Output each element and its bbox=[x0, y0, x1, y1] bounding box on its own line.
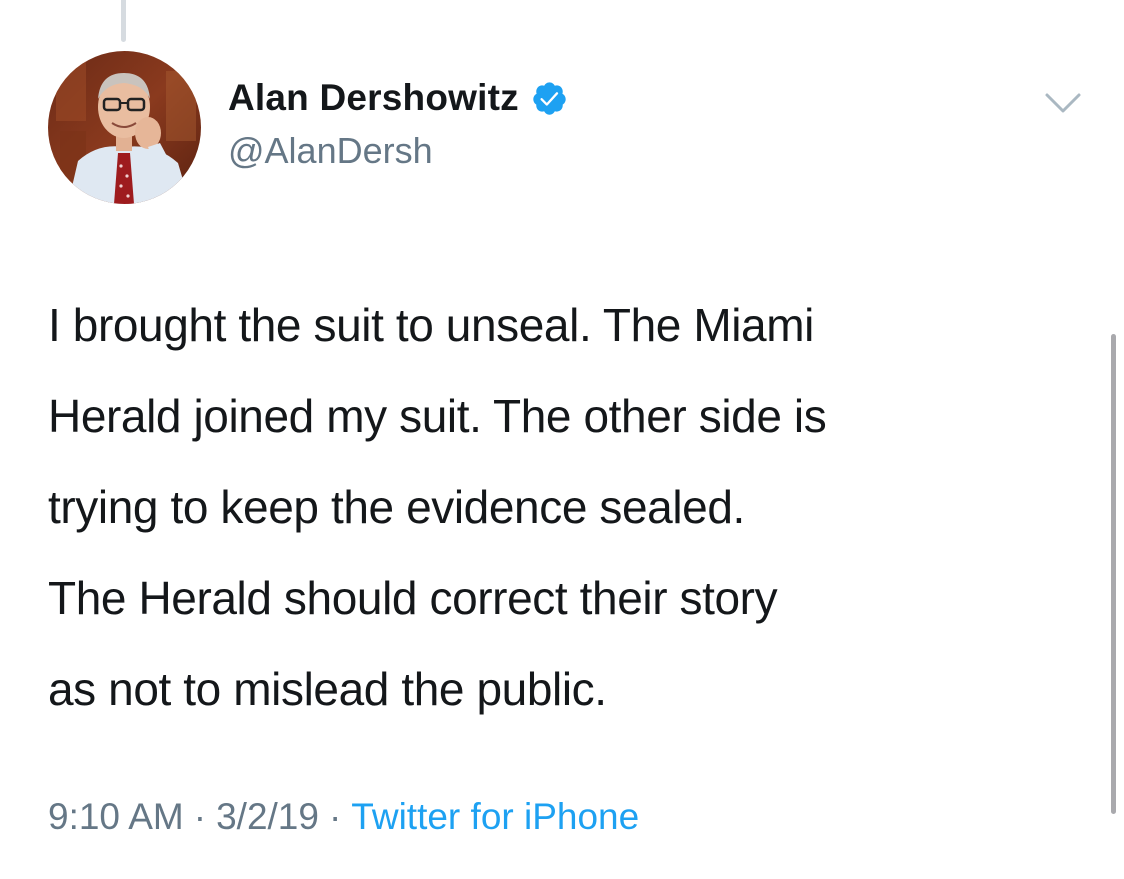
tweet-source-link[interactable]: Twitter for iPhone bbox=[351, 796, 639, 837]
tweet-text: I brought the suit to unseal. The Miami … bbox=[48, 280, 1098, 735]
tweet-metadata: 9:10 AM · 3/2/19 · Twitter for iPhone bbox=[48, 796, 639, 838]
meta-separator: · bbox=[193, 796, 207, 837]
tweet-text-line: trying to keep the evidence sealed. bbox=[48, 481, 745, 533]
tweet-text-line: as not to mislead the public. bbox=[48, 663, 607, 715]
tweet-date[interactable]: 3/2/19 bbox=[216, 796, 319, 837]
verified-badge-icon bbox=[531, 80, 568, 117]
avatar[interactable] bbox=[48, 51, 201, 204]
profile-photo-icon bbox=[48, 51, 201, 204]
author-name-row[interactable]: Alan Dershowitz bbox=[228, 74, 568, 122]
tweet-time[interactable]: 9:10 AM bbox=[48, 796, 184, 837]
author-handle[interactable]: @AlanDersh bbox=[228, 130, 433, 172]
author-display-name[interactable]: Alan Dershowitz bbox=[228, 77, 519, 119]
meta-separator: · bbox=[328, 796, 342, 837]
chevron-down-icon[interactable] bbox=[1043, 90, 1083, 116]
tweet-text-line: Herald joined my suit. The other side is bbox=[48, 390, 827, 442]
tweet-text-line: I brought the suit to unseal. The Miami bbox=[48, 299, 814, 351]
scrollbar[interactable] bbox=[1111, 334, 1116, 814]
tweet-text-line: The Herald should correct their story bbox=[48, 572, 778, 624]
thread-connector-line bbox=[121, 0, 126, 42]
